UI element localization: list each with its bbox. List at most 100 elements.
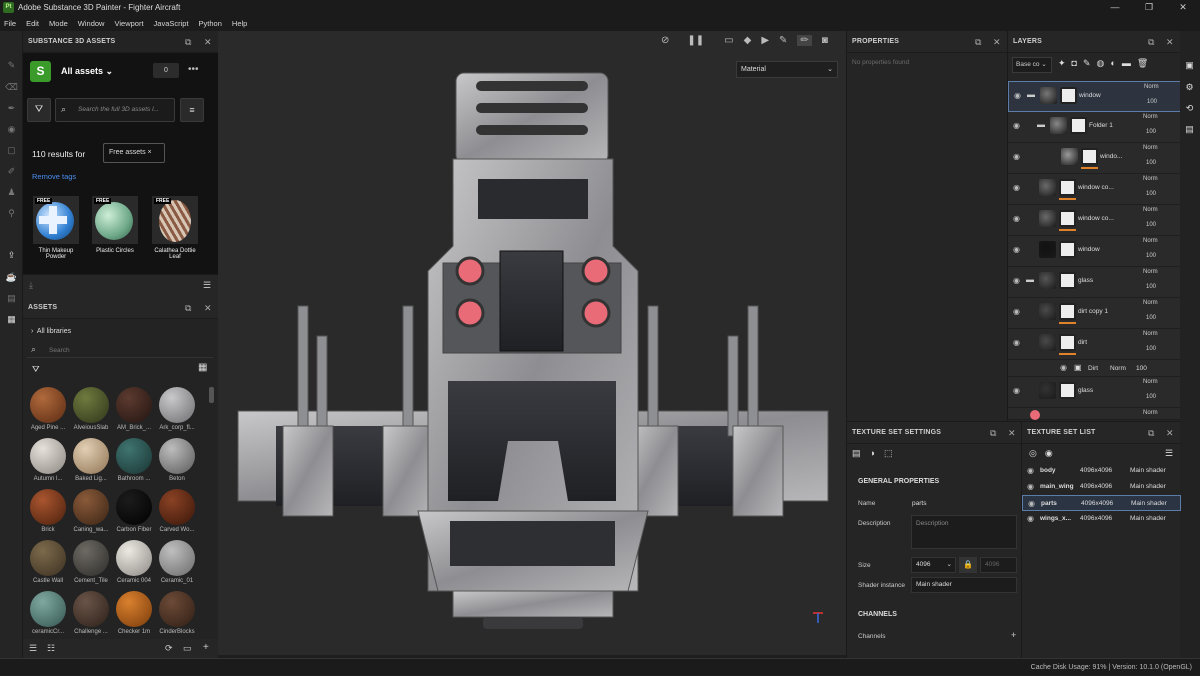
refresh-icon[interactable]: ⟳: [165, 643, 173, 654]
scope-dropdown[interactable]: All assets ⌄: [61, 66, 113, 77]
layer-opacity[interactable]: 100: [1146, 129, 1156, 135]
menu-viewport[interactable]: Viewport: [114, 19, 143, 28]
material-item[interactable]: Bathroom ...: [113, 438, 155, 488]
eye-icon[interactable]: ◉: [1013, 183, 1020, 192]
menu-javascript[interactable]: JavaScript: [154, 19, 189, 28]
geometry-mask-icon[interactable]: ◉: [5, 123, 18, 136]
display-settings-icon[interactable]: ▤: [5, 292, 18, 305]
document-icon[interactable]: ▦: [5, 313, 18, 326]
close-icon[interactable]: ✕: [1166, 422, 1174, 444]
material-item[interactable]: Aged Pine ...: [27, 387, 69, 437]
import-icon[interactable]: ⤓: [29, 280, 33, 291]
layer-row[interactable]: ◉ window Norm 100: [1008, 236, 1181, 267]
close-icon[interactable]: ✕: [204, 297, 212, 319]
generator-icon[interactable]: ◘: [1072, 58, 1077, 69]
close-window-button[interactable]: ✕: [1166, 0, 1200, 15]
menu-file[interactable]: File: [4, 19, 16, 28]
layer-opacity[interactable]: 100: [1147, 99, 1157, 105]
material-item[interactable]: Beton: [156, 438, 198, 488]
eraser-icon[interactable]: ⌫: [5, 81, 18, 94]
eye-icon[interactable]: ◉: [1013, 152, 1020, 161]
effect-icon[interactable]: ✦: [1058, 58, 1066, 69]
material-item[interactable]: CinderBlocks: [156, 591, 198, 635]
material-item[interactable]: Carved Wo...: [156, 489, 198, 539]
eye-icon[interactable]: ◉: [1014, 91, 1021, 100]
eye-icon[interactable]: ◉: [1027, 511, 1034, 527]
cart-count[interactable]: 0: [153, 63, 179, 78]
blend-mode[interactable]: Norm: [1143, 207, 1158, 213]
color-picker-icon[interactable]: ⚲: [5, 207, 18, 220]
tab-material[interactable]: ◑: [870, 448, 875, 459]
description-field[interactable]: Description: [911, 515, 1017, 549]
blend-mode[interactable]: Norm: [1144, 84, 1159, 90]
paint-brush-icon[interactable]: ✎: [5, 59, 18, 72]
layer-row[interactable]: ◉ ▬ Folder 1 Norm 100: [1008, 112, 1181, 143]
size-select[interactable]: 4096 ⌄: [911, 557, 956, 573]
all-libraries-item[interactable]: › All libraries: [31, 328, 71, 335]
filter-icon[interactable]: ⛛: [32, 364, 40, 375]
material-item[interactable]: Castle Wall: [27, 540, 69, 590]
layers-panel-icon[interactable]: ▣: [1183, 59, 1196, 72]
layer-opacity[interactable]: 100: [1146, 160, 1156, 166]
viewport-3d[interactable]: ⊘ ❚❚ ▭ ◆ ▶ ✎ ✏ ◙ Material ⌄: [218, 31, 846, 655]
eye-icon[interactable]: ◉: [1013, 121, 1020, 130]
layer-opacity[interactable]: 100: [1146, 191, 1156, 197]
blend-mode[interactable]: Norm: [1143, 114, 1158, 120]
blend-mode[interactable]: Norm: [1143, 238, 1158, 244]
material-item[interactable]: Challenge ...: [70, 591, 112, 635]
layer-row[interactable]: ◉ glass Norm 100: [1008, 377, 1181, 408]
texture-set-row[interactable]: ◉ parts 4096x4096 Main shader: [1022, 495, 1181, 511]
blend-mode[interactable]: Norm: [1143, 300, 1158, 306]
menu-help[interactable]: Help: [232, 19, 247, 28]
grid-view-icon[interactable]: ▦: [198, 362, 207, 373]
blend-mode[interactable]: Norm: [1143, 269, 1158, 275]
menu-edit[interactable]: Edit: [26, 19, 39, 28]
history-icon[interactable]: ⟲: [1183, 102, 1196, 115]
eye-icon[interactable]: ◉: [1060, 363, 1067, 372]
polygon-fill-icon[interactable]: ▢: [5, 144, 18, 157]
assets-search-input[interactable]: ⌕ Search: [27, 343, 213, 358]
material-item[interactable]: Ceramic 004: [113, 540, 155, 590]
filter-icon[interactable]: ⛛: [27, 98, 51, 122]
close-icon[interactable]: ✕: [993, 31, 1001, 53]
eye-icon[interactable]: ◉: [1013, 214, 1020, 223]
eye-icon[interactable]: ◉: [1013, 245, 1020, 254]
maximize-button[interactable]: ❐: [1132, 0, 1166, 15]
effect-row[interactable]: ◉ ▣ Dirt Norm 100: [1008, 360, 1181, 377]
asset-card[interactable]: FREE: [152, 196, 198, 244]
visibility-toggle-icon[interactable]: ◎: [1029, 448, 1037, 459]
projection-icon[interactable]: ✒: [5, 102, 18, 115]
folder-icon[interactable]: ▭: [183, 643, 192, 654]
blend-mode[interactable]: Norm: [1143, 379, 1158, 385]
eye-icon[interactable]: ◉: [1013, 307, 1020, 316]
layer-row[interactable]: ◉ window co... Norm 100: [1008, 205, 1181, 236]
menu-python[interactable]: Python: [199, 19, 222, 28]
material-item[interactable]: Cement_Tile: [70, 540, 112, 590]
remove-tags-link[interactable]: Remove tags: [32, 172, 76, 181]
undock-icon[interactable]: ⧉: [1148, 31, 1155, 53]
material-item[interactable]: AlveiousSlab: [70, 387, 112, 437]
texture-set-row[interactable]: ◉ body 4096x4096 Main shader: [1022, 463, 1181, 479]
material-item[interactable]: Ceramic_01: [156, 540, 198, 590]
layer-row[interactable]: ◉ window co... Norm 100: [1008, 174, 1181, 205]
undock-icon[interactable]: ⧉: [975, 31, 982, 53]
export-icon[interactable]: ⇪: [5, 249, 18, 262]
eye-icon[interactable]: ◉: [1013, 276, 1020, 285]
layer-opacity[interactable]: 100: [1146, 394, 1156, 400]
blend-mode[interactable]: Norm: [1143, 331, 1158, 337]
layer-opacity[interactable]: 100: [1146, 346, 1156, 352]
minimize-button[interactable]: —: [1098, 0, 1132, 15]
asset-card[interactable]: FREE: [33, 196, 79, 244]
list-icon[interactable]: ☰: [203, 280, 211, 291]
tab-texture-set[interactable]: ▤: [852, 448, 861, 459]
asset-card[interactable]: FREE: [92, 196, 138, 244]
blend-mode[interactable]: Norm: [1143, 145, 1158, 151]
layer-opacity[interactable]: 100: [1146, 222, 1156, 228]
texture-set-row[interactable]: ◉ wings_x... 4096x4096 Main shader: [1022, 511, 1181, 527]
close-icon[interactable]: ✕: [1008, 422, 1016, 444]
mask-icon[interactable]: ◐: [1110, 58, 1115, 69]
clone-icon[interactable]: ♟: [5, 186, 18, 199]
layer-row[interactable]: ◉ windo... Norm 100: [1008, 143, 1181, 174]
remove-tag-icon[interactable]: ×: [148, 149, 152, 156]
blend-mode[interactable]: Norm: [1143, 176, 1158, 182]
